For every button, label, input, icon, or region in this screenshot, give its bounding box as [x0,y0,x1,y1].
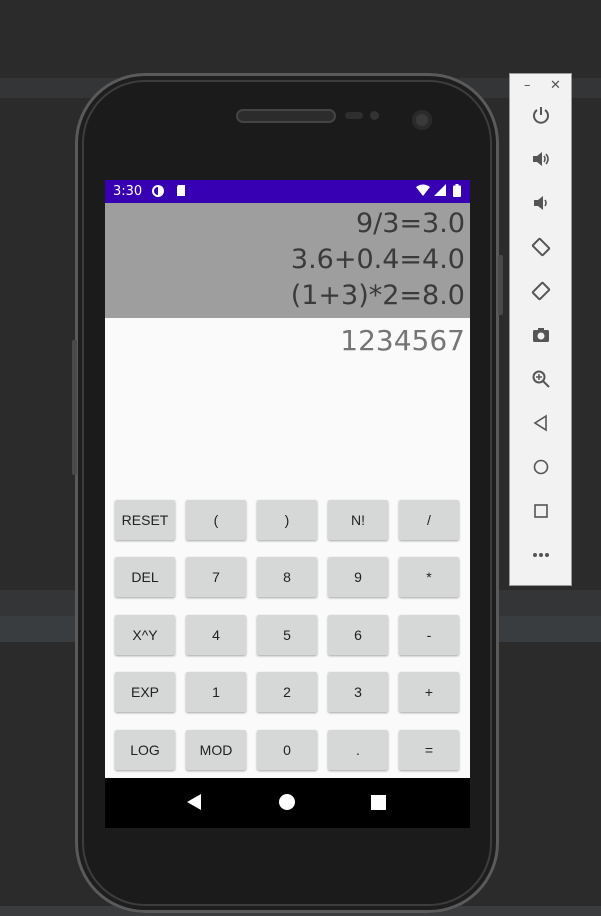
phone-side-button [72,340,77,475]
key-button[interactable]: RESET [115,500,175,540]
history-line: (1+3)*2=8.0 [290,280,465,311]
key-button[interactable]: - [399,615,459,655]
key-button[interactable]: 2 [257,672,317,712]
status-bar: 3:30 [105,180,470,203]
key-button[interactable]: X^Y [115,615,175,655]
back-icon[interactable] [187,794,201,810]
phone-sensor-dot [370,111,379,120]
emulator-toolbar: – ✕ [509,73,572,586]
back-icon[interactable] [526,413,556,443]
key-button[interactable]: = [399,730,459,770]
phone-speaker [238,111,334,121]
volume-up-icon[interactable] [526,149,556,179]
history-panel: 9/3=3.0 3.6+0.4=4.0 (1+3)*2=8.0 [105,203,470,318]
signal-icon [434,184,446,199]
key-button[interactable]: ( [186,500,246,540]
key-button[interactable]: ) [257,500,317,540]
key-button[interactable]: EXP [115,672,175,712]
key-button[interactable]: + [399,672,459,712]
rotate-right-icon[interactable] [526,281,556,311]
key-button[interactable]: DEL [115,557,175,597]
battery-icon [453,184,461,200]
key-button[interactable]: 9 [328,557,388,597]
key-button[interactable]: 3 [328,672,388,712]
key-button[interactable]: 4 [186,615,246,655]
history-line: 9/3=3.0 [355,208,465,239]
recents-icon[interactable] [371,795,386,810]
navigation-bar [105,778,470,828]
key-button[interactable]: . [328,730,388,770]
sd-card-icon [175,184,187,200]
camera-icon[interactable] [526,325,556,355]
key-button[interactable]: 8 [257,557,317,597]
volume-down-icon[interactable] [526,193,556,223]
overview-icon[interactable] [526,501,556,531]
device-screen: 3:30 9/3=3.0 3.6+0.4=4.0 (1+3)*2=8.0 123… [105,180,470,828]
key-button[interactable]: LOG [115,730,175,770]
more-icon[interactable] [526,545,556,575]
zoom-icon[interactable] [526,369,556,399]
key-button[interactable]: 7 [186,557,246,597]
history-line: 3.6+0.4=4.0 [290,244,465,275]
wifi-icon [416,184,430,199]
phone-side-button [498,255,503,315]
key-button[interactable]: 0 [257,730,317,770]
key-button[interactable]: N! [328,500,388,540]
notification-icon [151,184,165,201]
minimize-icon[interactable]: – [524,78,531,93]
phone-sensor [345,112,363,119]
key-button[interactable]: 1 [186,672,246,712]
close-icon[interactable]: ✕ [550,78,561,93]
key-button[interactable]: 5 [257,615,317,655]
key-button[interactable]: * [399,557,459,597]
key-button[interactable]: MOD [186,730,246,770]
front-camera [412,110,432,130]
current-input-display: 1234567 [340,324,465,357]
power-icon[interactable] [526,105,556,135]
home-icon[interactable] [279,794,295,810]
key-button[interactable]: 6 [328,615,388,655]
rotate-left-icon[interactable] [526,237,556,267]
home-icon[interactable] [526,457,556,487]
status-time: 3:30 [113,184,143,199]
key-button[interactable]: / [399,500,459,540]
